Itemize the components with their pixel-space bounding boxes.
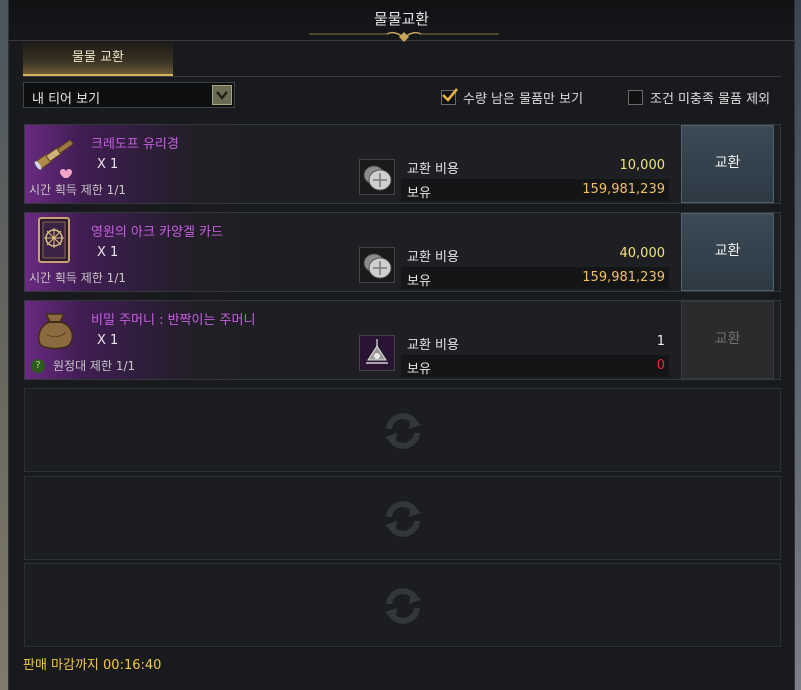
cost-line: 교환 비용 40,000	[401, 243, 669, 265]
item-limit-text: 시간 획득 제한 1/1	[29, 183, 126, 197]
owned-label: 보유	[407, 186, 431, 201]
list-item[interactable]: 영원의 아크 카양겔 카드 X 1 시간 획득 제한 1/1 교환 비용 40,…	[24, 212, 781, 292]
exclude-unmet-checkbox[interactable]	[628, 89, 643, 105]
cost-value: 1	[656, 334, 665, 349]
exclude-unmet-checkbox-row[interactable]: 조건 미충족 물품 제외	[628, 87, 770, 107]
list-item[interactable]: 비밀 주머니 : 반짝이는 주머니 X 1 ? 원정대 제한 1/1 교환 비용…	[24, 300, 781, 380]
owned-value: 159,981,239	[582, 270, 665, 285]
item-limit: 시간 획득 제한 1/1	[29, 181, 126, 198]
item-quantity: X 1	[97, 245, 119, 260]
exchange-button[interactable]: 교환	[681, 125, 774, 203]
exclude-unmet-label: 조건 미충족 물품 제외	[650, 91, 771, 107]
item-name: 크레도프 유리경	[91, 137, 179, 152]
remaining-only-checkbox[interactable]	[441, 87, 459, 105]
item-name: 영원의 아크 카양겔 카드	[91, 225, 223, 240]
empty-slot	[24, 388, 781, 472]
item-limit-text: 시간 획득 제한 1/1	[29, 271, 126, 285]
window-title: 물물교환	[373, 10, 430, 28]
exchange-arrows-icon	[385, 413, 421, 449]
title-ornament-icon	[309, 31, 499, 42]
cost-box: 교환 비용 10,000 보유 159,981,239	[401, 155, 669, 201]
list-item[interactable]: 크레도프 유리경 X 1 시간 획득 제한 1/1 교환 비용 10,000 보…	[24, 124, 781, 204]
item-quantity: X 1	[97, 157, 119, 172]
item-limit-text: 원정대 제한 1/1	[53, 359, 136, 373]
remaining-only-checkbox-row[interactable]: 수량 남은 물품만 보기	[441, 87, 583, 107]
help-icon[interactable]: ?	[31, 358, 45, 373]
checkmark-icon	[442, 87, 459, 102]
pendant-icon	[359, 335, 395, 371]
item-info: 크레도프 유리경 X 1 시간 획득 제한 1/1	[25, 125, 345, 203]
owned-label: 보유	[407, 274, 431, 289]
title-bar[interactable]: 물물교환	[9, 0, 794, 42]
pouch-icon	[38, 313, 74, 350]
silver-coin-icon	[359, 159, 395, 195]
item-name: 비밀 주머니 : 반짝이는 주머니	[91, 313, 256, 328]
cost-line: 교환 비용 1	[401, 331, 669, 353]
empty-slot	[24, 476, 781, 560]
owned-value: 159,981,239	[582, 182, 665, 197]
cost-label: 교환 비용	[407, 250, 459, 265]
barter-window: 물물교환 물물 교환 내 티어 보기 수량 남은 물품만 보기 조건 미충족 물…	[8, 0, 795, 690]
cost-label: 교환 비용	[407, 338, 459, 353]
owned-value: 0	[656, 358, 665, 373]
exchange-button-disabled[interactable]: 교환	[681, 301, 774, 379]
cost-value: 40,000	[619, 246, 666, 261]
tab-barter[interactable]: 물물 교환	[23, 42, 173, 76]
empty-slot	[24, 563, 781, 647]
owned-line: 보유 159,981,239	[401, 267, 669, 289]
remaining-only-label: 수량 남은 물품만 보기	[463, 91, 584, 107]
spyglass-icon	[33, 139, 74, 178]
cost-value: 10,000	[619, 158, 666, 173]
cost-box: 교환 비용 40,000 보유 159,981,239	[401, 243, 669, 289]
item-quantity: X 1	[97, 333, 119, 348]
exchange-button[interactable]: 교환	[681, 213, 774, 291]
item-limit: ? 원정대 제한 1/1	[29, 357, 135, 374]
item-info: 영원의 아크 카양겔 카드 X 1 시간 획득 제한 1/1	[25, 213, 345, 291]
card-icon	[38, 217, 70, 263]
sale-deadline: 판매 마감까지 00:16:40	[23, 658, 162, 673]
tier-dropdown-value: 내 티어 보기	[32, 92, 101, 107]
exchange-arrows-icon	[385, 588, 421, 624]
chevron-down-icon[interactable]	[212, 85, 232, 105]
item-limit: 시간 획득 제한 1/1	[29, 269, 126, 286]
cost-box: 교환 비용 1 보유 0	[401, 331, 669, 377]
owned-line: 보유 159,981,239	[401, 179, 669, 201]
cost-label: 교환 비용	[407, 162, 459, 177]
tier-dropdown[interactable]: 내 티어 보기	[23, 82, 235, 108]
cost-line: 교환 비용 10,000	[401, 155, 669, 177]
owned-line: 보유 0	[401, 355, 669, 377]
item-info: 비밀 주머니 : 반짝이는 주머니 X 1 ? 원정대 제한 1/1	[25, 301, 345, 379]
silver-coin-icon	[359, 247, 395, 283]
owned-label: 보유	[407, 362, 431, 377]
exchange-arrows-icon	[385, 501, 421, 537]
tab-divider	[23, 76, 781, 77]
